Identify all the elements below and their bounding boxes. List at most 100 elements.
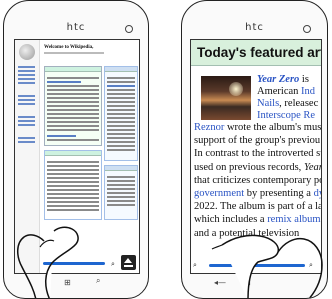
sidebar-link[interactable]	[18, 120, 35, 122]
windows-start-icon[interactable]: ⊞	[244, 278, 251, 288]
article-link[interactable]: Interscope Re	[257, 110, 315, 121]
sidebar-link[interactable]	[18, 116, 35, 118]
sidebar-link[interactable]	[18, 103, 35, 105]
text-line	[47, 177, 99, 179]
text-line	[47, 197, 99, 199]
text-line	[47, 85, 99, 87]
text-line	[47, 201, 99, 203]
text-line	[107, 137, 135, 139]
text-line	[107, 101, 135, 103]
article-link[interactable]: Year Zero	[257, 74, 299, 85]
text-line	[107, 89, 135, 91]
box-header	[45, 67, 101, 72]
sidebar-link[interactable]	[18, 70, 35, 72]
text-line	[107, 109, 135, 111]
text-link[interactable]	[47, 81, 81, 83]
text-line	[107, 141, 135, 143]
text-line	[107, 97, 135, 99]
article-text-line: Year Zero is	[257, 74, 309, 86]
text-line	[107, 204, 135, 206]
text-line	[107, 93, 135, 95]
article-link[interactable]: dy	[314, 188, 321, 199]
sidebar-link[interactable]	[18, 74, 35, 76]
text-line	[47, 105, 99, 107]
article-link[interactable]: government	[194, 188, 244, 199]
article-photo[interactable]	[201, 76, 251, 120]
text-line	[47, 209, 99, 211]
text-line	[107, 192, 135, 194]
text-line	[107, 145, 135, 147]
sidebar-link[interactable]	[18, 137, 35, 139]
article-text: used on previous records,	[194, 161, 304, 173]
magnifier-icon[interactable]: ⌕	[111, 260, 119, 268]
text-line	[47, 169, 99, 171]
browser-screen-overview[interactable]: Welcome to Wikipedia, ⌕	[14, 39, 140, 274]
text-line	[107, 81, 135, 83]
article-link[interactable]: Nails	[257, 98, 279, 109]
article-text-line: government by presenting a dy	[194, 188, 321, 200]
horizontal-scroll-indicator[interactable]	[209, 264, 305, 267]
pan-mode-button[interactable]	[121, 255, 136, 270]
text-line	[47, 189, 99, 191]
sidebar-link[interactable]	[18, 124, 35, 126]
sidebar-link[interactable]	[18, 141, 35, 143]
article-text: support of the group's previou	[194, 135, 321, 147]
box-header	[105, 67, 137, 72]
text-line	[47, 77, 99, 79]
article-link[interactable]: Reznor	[194, 122, 224, 133]
camera-icon	[125, 25, 133, 33]
box-header	[45, 151, 101, 156]
windows-start-icon[interactable]: ⊞	[64, 278, 71, 288]
text-line	[107, 121, 135, 123]
article-text-line: used on previous records, Year	[194, 161, 322, 174]
in-the-news-box	[104, 66, 138, 161]
article-text-line: American Ind	[257, 86, 315, 98]
article-link[interactable]: remix album	[267, 214, 320, 225]
text-line	[47, 97, 99, 99]
text-line	[107, 105, 135, 107]
article-text: , releasec	[279, 98, 319, 109]
sidebar-link[interactable]	[18, 99, 35, 101]
search-icon[interactable]: ⌕	[96, 276, 100, 286]
article-link[interactable]: Ind	[301, 86, 315, 97]
hardware-keys: ◂— ⊞	[182, 274, 327, 292]
text-link[interactable]	[107, 85, 135, 87]
sidebar-link[interactable]	[18, 78, 35, 80]
text-line	[47, 193, 99, 195]
text-line	[47, 121, 99, 123]
zoom-in-magnifier-icon[interactable]: ⌕	[309, 261, 317, 269]
text-line	[107, 117, 135, 119]
text-line	[107, 176, 135, 178]
sidebar-link[interactable]	[18, 95, 35, 97]
phone-right: htc Today's featured articl Year Zero is…	[181, 0, 328, 299]
wikipedia-globe-icon	[19, 44, 35, 60]
horizontal-scroll-indicator[interactable]	[43, 262, 105, 265]
text-line	[107, 180, 135, 182]
text-line	[107, 113, 135, 115]
camera-icon	[303, 25, 311, 33]
text-line	[47, 139, 99, 141]
text-line	[47, 93, 99, 95]
wikipedia-main-page: Welcome to Wikipedia,	[42, 40, 139, 273]
text-line	[47, 173, 99, 175]
text-line	[107, 196, 135, 198]
browser-screen-zoomed[interactable]: Today's featured articl Year Zero isAmer…	[190, 39, 322, 274]
sidebar-link[interactable]	[18, 82, 35, 84]
sidebar-link[interactable]	[18, 66, 35, 68]
text-line	[47, 205, 99, 207]
text-line	[107, 188, 135, 190]
article-text: wrote the album's musi	[224, 122, 322, 133]
text-line	[107, 184, 135, 186]
article-text-line: 2022. The album is part of a la	[194, 201, 321, 213]
article-text: American	[257, 86, 302, 97]
text-line	[47, 129, 99, 131]
text-line	[47, 113, 99, 115]
text-line	[107, 200, 135, 202]
text-link[interactable]	[47, 135, 76, 137]
back-icon[interactable]: ◂—	[214, 278, 226, 288]
article-text: Year	[303, 161, 322, 173]
article-text-line: that criticizes contemporary po	[194, 175, 321, 187]
zoom-out-magnifier-icon[interactable]: ⌕	[193, 261, 201, 269]
wikipedia-sidebar	[15, 40, 40, 273]
featured-article-header: Today's featured articl	[191, 40, 321, 66]
